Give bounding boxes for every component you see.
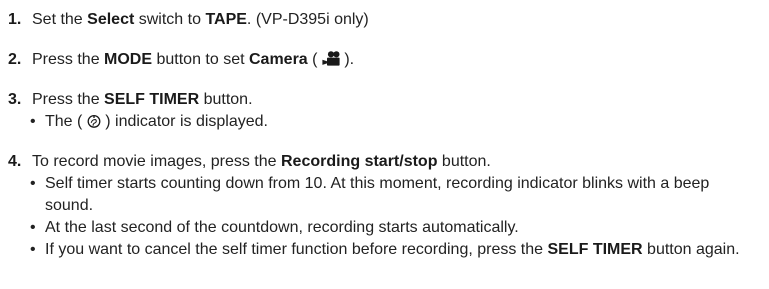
camera-label: Camera: [248, 51, 308, 68]
step-3-text: 3. Press the SELF TIMER button.: [8, 89, 276, 111]
bullet-icon: •: [30, 241, 36, 258]
step-3: 3. Press the SELF TIMER button. • The ( …: [8, 89, 276, 133]
step-2: 2. Press the MODE button to set Camera (…: [8, 49, 354, 71]
step-2-text: 2. Press the MODE button to set Camera (…: [8, 49, 354, 71]
self-timer-button-label: SELF TIMER: [104, 91, 200, 108]
list-item: • If you want to cancel the self timer f…: [0, 239, 763, 261]
tape-label: TAPE: [205, 11, 247, 28]
step-4-bullets: • Self timer starts counting down from 1…: [0, 173, 763, 261]
step-4-text: 4. To record movie images, press the Rec…: [8, 151, 763, 173]
step-number: 2.: [8, 51, 22, 68]
bullet-icon: •: [30, 113, 36, 130]
step-3-bullets: • The ( ) indicator is displayed.: [0, 111, 276, 133]
step-number: 1.: [8, 11, 22, 28]
step-number: 4.: [8, 153, 22, 170]
bullet-icon: •: [30, 175, 36, 192]
camera-mode-icon: [322, 51, 340, 66]
select-switch-label: Select: [87, 11, 135, 28]
self-timer-button-label: SELF TIMER: [547, 241, 643, 258]
bullet-icon: •: [30, 219, 36, 236]
step-4: 4. To record movie images, press the Rec…: [8, 151, 763, 261]
step-number: 3.: [8, 91, 22, 108]
list-item: • Self timer starts counting down from 1…: [30, 175, 710, 214]
step-1: 1. Set the Select switch to TAPE. (VP-D3…: [8, 9, 369, 31]
list-item: • At the last second of the countdown, r…: [0, 217, 763, 239]
recording-start-stop-label: Recording start/stop: [281, 153, 438, 170]
step-1-text: 1. Set the Select switch to TAPE. (VP-D3…: [8, 9, 369, 31]
self-timer-icon: [87, 113, 101, 128]
list-item: • The ( ) indicator is displayed.: [0, 111, 276, 133]
mode-button-label: MODE: [104, 51, 153, 68]
